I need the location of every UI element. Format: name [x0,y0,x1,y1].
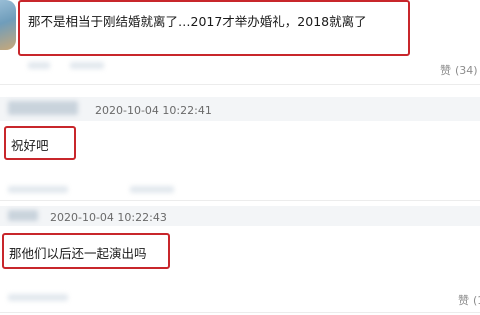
comment-timestamp: 2020-10-04 10:22:43 [50,211,167,224]
blurred-username [8,294,68,301]
comment-text: 祝好吧 [11,138,49,153]
blurred-username[interactable] [8,210,38,221]
comment-divider [0,84,480,85]
blurred-username [70,62,104,69]
thumbs-up-icon: 赞 [458,294,469,307]
blurred-username [28,62,50,69]
comment-divider [0,312,480,313]
thumbs-up-icon: 赞 [440,64,451,77]
like-count: (34) [455,64,478,77]
blurred-username [8,186,68,193]
commenter-avatar[interactable] [0,0,16,50]
comment-text: 那他们以后还一起演出吗 [9,246,147,261]
comment-divider [0,200,480,201]
like-button[interactable]: 赞 (1 [458,292,480,308]
like-count: (1 [473,294,480,307]
comment-timestamp: 2020-10-04 10:22:41 [95,104,212,117]
blurred-username [130,186,174,193]
comment-text: 那不是相当于刚结婚就离了…2017才举办婚礼，2018就离了 [28,14,367,29]
blurred-username[interactable] [8,101,78,115]
like-button[interactable]: 赞 (34) [440,62,478,78]
